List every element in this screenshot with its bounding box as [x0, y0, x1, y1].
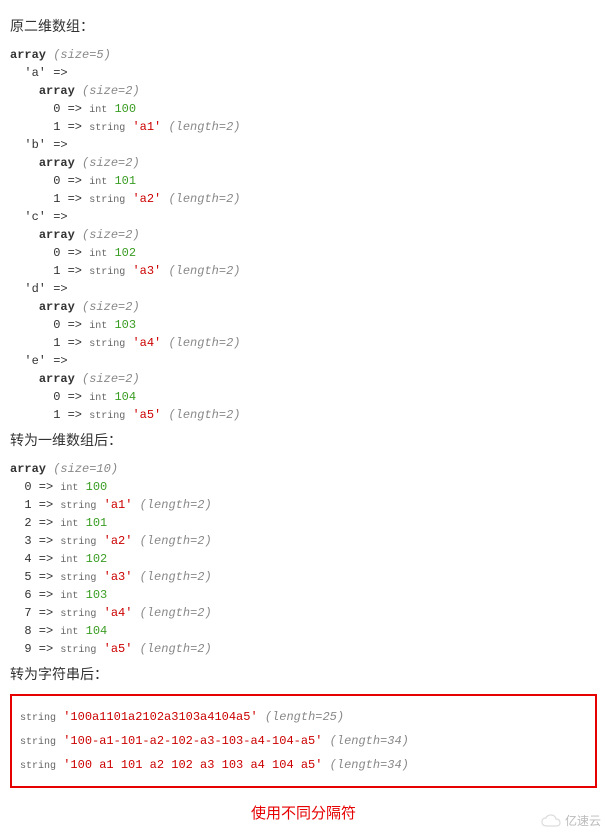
string-line-2: string '100 a1 101 a2 102 a3 103 a4 104 …	[20, 756, 587, 774]
heading-2d-array: 原二维数组：	[10, 16, 597, 36]
heading-strings: 转为字符串后：	[10, 664, 597, 684]
heading-1d-array: 转为一维数组后：	[10, 430, 597, 450]
dump-2d-array: array (size=5) 'a' => array (size=2) 0 =…	[10, 46, 597, 424]
string-line-1: string '100-a1-101-a2-102-a3-103-a4-104-…	[20, 732, 587, 750]
watermark-logo: 亿速云	[541, 812, 601, 829]
cloud-icon	[541, 814, 561, 828]
dump-1d-array: array (size=10) 0 => int 100 1 => string…	[10, 460, 597, 658]
string-line-0: string '100a1101a2102a3103a4104a5' (leng…	[20, 708, 587, 726]
logo-text: 亿速云	[565, 812, 601, 829]
footer-caption: 使用不同分隔符	[10, 802, 597, 823]
